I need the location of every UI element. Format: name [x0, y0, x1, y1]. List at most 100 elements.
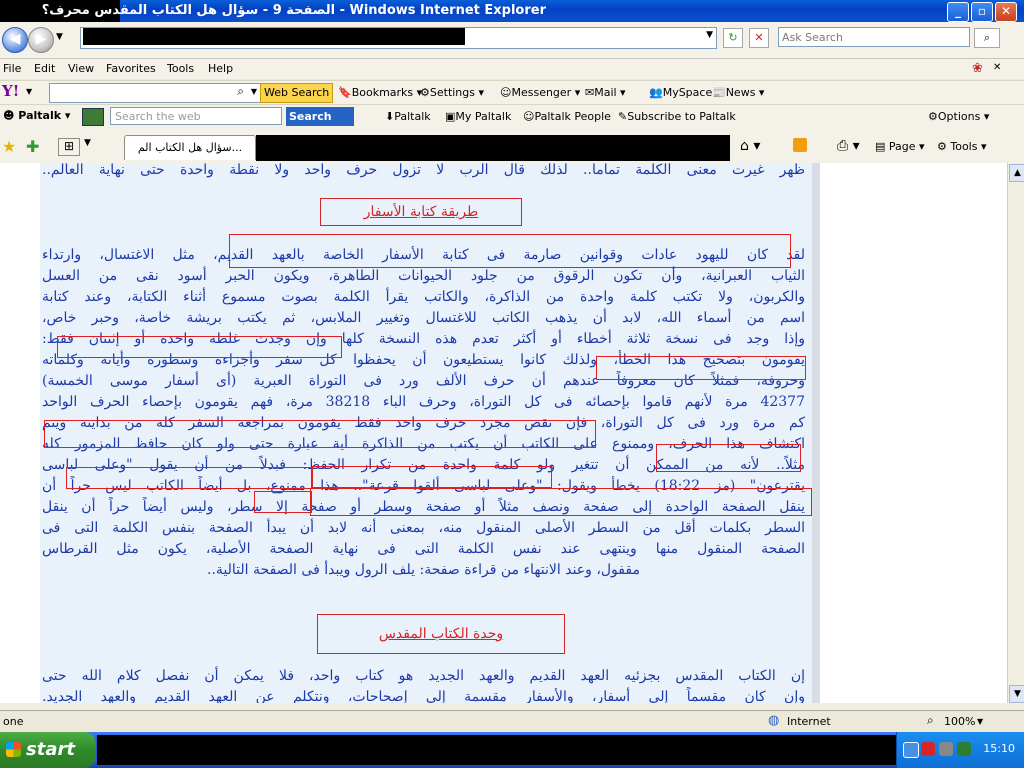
yahoo-mail-button[interactable]: ✉Mail ▾	[585, 86, 626, 99]
text-line-top: ظهر غيرت معنى الكلمة تماما.. لذلك قال ال…	[42, 163, 805, 178]
url-dropdown-icon[interactable]: ▼	[706, 30, 713, 40]
tools-menu[interactable]: ⚙ Tools ▾	[937, 140, 987, 153]
menu-help[interactable]: Help	[208, 62, 233, 75]
stop-icon[interactable]: ✕	[749, 28, 769, 48]
quick-tabs-icon[interactable]: ⊞	[58, 138, 80, 156]
paltalk-link[interactable]: ⬇Paltalk	[385, 110, 431, 123]
tray-volume-icon[interactable]	[939, 742, 953, 756]
highlight-box	[596, 356, 806, 380]
paragraph-line: مقفول، وعند الانتهاء من قراءة صفحة: يلف …	[207, 562, 640, 578]
page-menu[interactable]: ▤ Page ▾	[875, 140, 925, 153]
internet-zone-icon: ◍	[768, 713, 780, 728]
forward-button[interactable]: ▶	[28, 27, 54, 53]
menu-edit[interactable]: Edit	[34, 62, 55, 75]
highlight-box	[44, 420, 596, 448]
close-toolbar-icon[interactable]: ✕	[993, 62, 1001, 73]
home-icon[interactable]: ⌂ ▾	[740, 138, 760, 154]
status-bar: one ◍ Internet ⌕ 100% ▼	[0, 710, 1024, 733]
paragraph-line: الصفحة المنقول منها وينتهى عند نفس الكلم…	[42, 541, 805, 557]
refresh-icon[interactable]: ↻	[723, 28, 743, 48]
zoom-level[interactable]: 100%	[944, 715, 975, 728]
paragraph-line: اسم من أسماء الله، لابد أن يذهب الكاتب ل…	[42, 310, 805, 326]
heading-writing-method: طريقة كتابة الأسفار	[320, 198, 522, 226]
zoom-dropdown-icon[interactable]: ▼	[977, 717, 983, 726]
windows-logo-icon	[6, 742, 21, 757]
yahoo-settings-button[interactable]: ⚙Settings ▾	[420, 86, 484, 99]
yahoo-input-dropdown-icon[interactable]: ▼	[251, 87, 257, 96]
search-icon[interactable]: ⌕	[974, 28, 1000, 48]
highlight-box	[57, 336, 342, 358]
menu-bar: File Edit View Favorites Tools Help ❀ ✕	[0, 59, 1024, 79]
yahoo-myspace-button[interactable]: 👥MySpace	[649, 86, 712, 99]
redacted-tabs	[256, 135, 730, 161]
tray-network-icon[interactable]	[903, 742, 919, 758]
address-toolbar: ◀ ▶ ▼ ▼ ↻ ✕ Ask Search ⌕	[0, 22, 1024, 59]
window-title: الصفحة 9 - سؤال هل الكتاب المقدس محرف؟ -…	[41, 3, 546, 18]
security-zone: Internet	[787, 715, 831, 728]
taskbar: start 15:10	[0, 732, 1024, 768]
back-button[interactable]: ◀	[2, 27, 28, 53]
paragraph-line: الثياب العبرانية، وأن تكون الرقوق من جلو…	[42, 268, 805, 284]
vertical-scrollbar[interactable]: ▲ ▼	[1007, 163, 1024, 703]
heading-bible-unity: وحدة الكتاب المقدس	[317, 614, 565, 654]
menu-file[interactable]: File	[3, 62, 21, 75]
paltalk-search-input[interactable]: Search the web	[110, 107, 282, 125]
status-text: one	[3, 715, 24, 728]
feeds-icon[interactable]	[793, 138, 807, 152]
paragraph-line: إن الكتاب المقدس بجزئيه العهد القديم وال…	[42, 668, 805, 684]
yahoo-messenger-button[interactable]: ☺Messenger ▾	[500, 86, 580, 99]
close-button[interactable]: ✕	[995, 2, 1017, 22]
menu-favorites[interactable]: Favorites	[106, 62, 156, 75]
tab-active[interactable]: سؤال هل الكتاب الم...	[124, 135, 256, 160]
highlight-box	[310, 488, 812, 516]
start-button[interactable]: start	[0, 732, 96, 768]
menu-view[interactable]: View	[68, 62, 94, 75]
yahoo-toolbar: Y! ▼ ⌕ ▼ Web Search 🔖Bookmarks ▾ ⚙Settin…	[0, 80, 1024, 105]
scroll-up-icon[interactable]: ▲	[1009, 164, 1024, 182]
system-tray: 15:10	[896, 732, 1024, 768]
left-margin	[0, 163, 40, 703]
favorites-star-icon[interactable]: ★	[2, 137, 16, 156]
add-favorites-icon[interactable]: ✚	[26, 137, 39, 156]
paragraph-line: السطر بكلمات أقل من السطر الأصلى المنقول…	[42, 520, 805, 536]
paragraph-line: والكربون، ولا تكتب كلمة واحدة من الذاكرة…	[42, 289, 805, 305]
paragraph-line: وإن كان مقسماً إلى أسفار، والأسفار مقسمة…	[42, 689, 805, 703]
tray-app-icon[interactable]	[957, 742, 971, 756]
yahoo-bookmarks-button[interactable]: 🔖Bookmarks ▾	[338, 86, 422, 99]
yahoo-logo-icon[interactable]: Y!	[2, 82, 19, 100]
paltalk-people-link[interactable]: ☺Paltalk People	[523, 110, 611, 123]
highlight-box	[229, 234, 791, 268]
minimize-button[interactable]: _	[947, 2, 969, 22]
tray-security-icon[interactable]	[921, 742, 935, 756]
maximize-button[interactable]: ▫	[971, 2, 993, 22]
redacted-url	[83, 28, 465, 45]
paltalk-search-button[interactable]: Search Ask	[286, 107, 354, 142]
paltalk-toolbar: ☻ Paltalk ▾ Search the web Search Ask ⬇P…	[0, 104, 1024, 142]
yahoo-dropdown-icon[interactable]: ▼	[26, 87, 32, 96]
yahoo-web-search-button[interactable]: Web Search	[260, 83, 334, 103]
yahoo-search-input[interactable]: ⌕ ▼	[49, 83, 261, 103]
magnifier-icon: ⌕	[237, 84, 244, 98]
zoom-icon[interactable]: ⌕	[927, 713, 934, 728]
options-button[interactable]: ⚙Options ▾	[928, 110, 989, 123]
tab-list-icon[interactable]: ▼	[84, 138, 91, 148]
subscribe-paltalk-link[interactable]: ✎Subscribe to Paltalk	[618, 110, 736, 123]
scroll-down-icon[interactable]: ▼	[1009, 685, 1024, 703]
menu-tools[interactable]: Tools	[167, 62, 194, 75]
redacted-taskbar	[97, 735, 896, 765]
paltalk-brand[interactable]: ☻ Paltalk ▾	[3, 109, 70, 122]
print-icon[interactable]: ⎙ ▾	[837, 138, 860, 154]
highlight-box	[254, 491, 312, 513]
panel-border	[812, 163, 820, 703]
clock: 15:10	[983, 742, 1015, 755]
my-paltalk-link[interactable]: ▣My Paltalk	[445, 110, 511, 123]
search-input[interactable]: Ask Search	[778, 27, 970, 47]
addon-icon[interactable]: ❀	[972, 61, 983, 76]
yahoo-news-button[interactable]: 📰News ▾	[712, 86, 764, 99]
paltalk-globe-icon[interactable]	[82, 108, 104, 126]
highlight-box	[66, 467, 312, 489]
paragraph-line: 42377 مرة لأنهم قاموا بإحصائه فى كل التو…	[42, 394, 805, 410]
highlight-box	[312, 466, 552, 488]
page-viewport: ظهر غيرت معنى الكلمة تماما.. لذلك قال ال…	[0, 163, 1007, 703]
history-dropdown-icon[interactable]: ▼	[56, 32, 63, 42]
